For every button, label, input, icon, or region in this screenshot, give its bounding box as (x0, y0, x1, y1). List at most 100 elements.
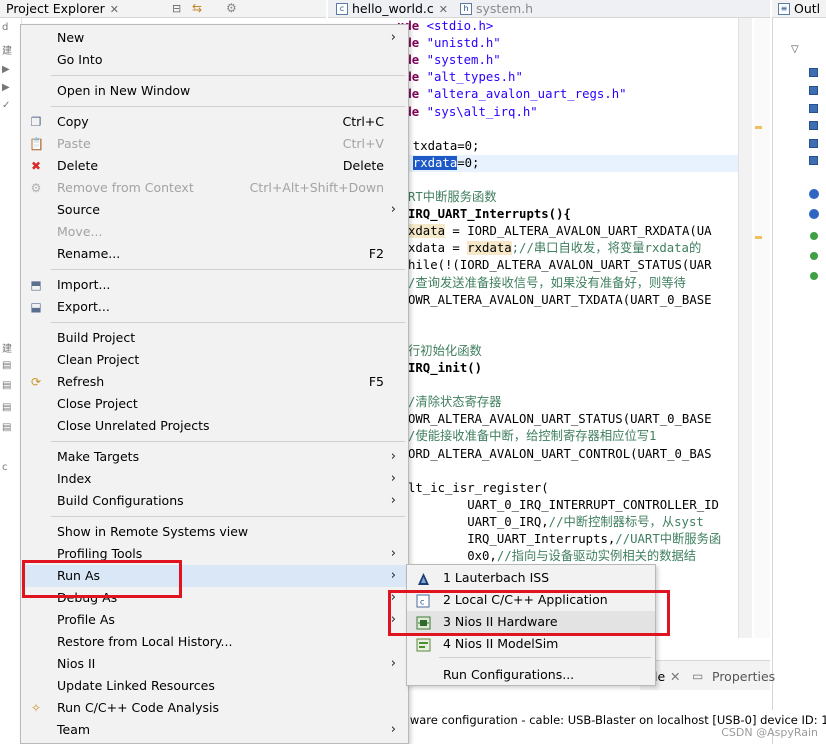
ruler-occurrence-mark[interactable] (755, 126, 762, 129)
menu-separator (51, 106, 405, 107)
menu-item-index[interactable]: Index › (21, 468, 408, 490)
tab-outline[interactable]: ≡ Outl (776, 0, 820, 18)
menu-item-open-new-window[interactable]: Open in New Window (21, 80, 408, 102)
menu-item-label: Build Project (57, 330, 136, 345)
menu-item-close-project[interactable]: Close Project (21, 393, 408, 415)
function-icon[interactable] (810, 252, 818, 260)
tree-node-mark[interactable]: c (2, 462, 16, 474)
menu-item-rename[interactable]: Rename... F2 (21, 243, 408, 265)
tree-node-mark[interactable]: ▤ (2, 422, 16, 434)
include-path: "altera_avalon_uart_regs.h" (426, 87, 627, 102)
outline-header: ≡ Outl (772, 0, 826, 18)
menu-item-import[interactable]: ⬒ Import... (21, 274, 408, 296)
menu-item-label: Import... (57, 277, 111, 292)
editor-vertical-scrollbar[interactable] (738, 18, 752, 638)
submenu-item-nios-modelsim[interactable]: 4 Nios II ModelSim (407, 633, 655, 655)
function-declaration: IRQ_UART_Interrupts(){ (408, 207, 571, 222)
menu-item-label: Team (57, 722, 91, 737)
variable-icon[interactable] (809, 209, 819, 219)
tree-node-mark[interactable]: 建 (2, 42, 16, 57)
editor-tab-label: system.h (476, 1, 534, 16)
menu-item-remove-from-context[interactable]: ⚙ Remove from Context Ctrl+Alt+Shift+Down (21, 177, 408, 199)
tree-node-mark[interactable]: ▶ (2, 82, 16, 94)
menu-item-copy[interactable]: ❐ Copy Ctrl+C (21, 111, 408, 133)
include-icon[interactable] (809, 104, 818, 113)
include-icon[interactable] (809, 156, 818, 165)
menu-item-label: Close Project (57, 396, 138, 411)
menu-item-team[interactable]: Team › (21, 719, 408, 741)
menu-item-code-analysis[interactable]: ✧ Run C/C++ Code Analysis (21, 697, 408, 719)
submenu-item-lauterbach[interactable]: 1 Lauterbach ISS (407, 567, 655, 589)
menu-item-build-project[interactable]: Build Project (21, 327, 408, 349)
function-icon[interactable] (810, 232, 818, 240)
tree-node-mark[interactable]: 建 (2, 340, 16, 355)
view-menu-icon[interactable]: ⚙ (226, 1, 237, 15)
collapse-all-icon[interactable]: ⊟ (172, 2, 181, 15)
overview-ruler (754, 18, 770, 638)
editor-tab-label: hello_world.c (352, 1, 434, 16)
code-analysis-icon: ✧ (30, 701, 42, 715)
tree-node-mark[interactable]: ✓ (2, 100, 16, 112)
menu-item-label: Rename... (57, 246, 121, 261)
code-token: 0x0, (408, 549, 497, 564)
include-icon[interactable] (809, 68, 818, 77)
link-editor-icon[interactable]: ⇆ (192, 1, 202, 15)
remove-context-icon: ⚙ (30, 181, 42, 195)
menu-item-nios-ii[interactable]: Nios II › (21, 653, 408, 675)
code-comment: //指向与设备驱动实例相关的数据结 (496, 549, 697, 564)
menu-item-restore-history[interactable]: Restore from Local History... (21, 631, 408, 653)
menu-item-paste[interactable]: 📋 Paste Ctrl+V (21, 133, 408, 155)
menu-item-move[interactable]: Move... (21, 221, 408, 243)
menu-item-close-unrelated[interactable]: Close Unrelated Projects (21, 415, 408, 437)
chevron-right-icon: › (390, 722, 396, 737)
variable-icon[interactable] (809, 189, 819, 199)
tree-node-mark[interactable]: ▤ (2, 380, 16, 392)
tree-node-mark[interactable]: ▶ (2, 64, 16, 76)
menu-item-make-targets[interactable]: Make Targets › (21, 446, 408, 468)
menu-item-build-configurations[interactable]: Build Configurations › (21, 490, 408, 512)
menu-item-label: Move... (57, 224, 103, 239)
menu-item-profile-as[interactable]: Profile As › (21, 609, 408, 631)
outline-tab-label: Outl (794, 1, 821, 16)
tab-project-explorer[interactable]: Project Explorer ✕ (0, 0, 119, 18)
menu-item-refresh[interactable]: ⟳ Refresh F5 (21, 371, 408, 393)
menu-item-go-into[interactable]: Go Into (21, 49, 408, 71)
menu-separator (51, 516, 405, 517)
tree-node-mark[interactable]: d (2, 22, 16, 34)
menu-item-clean-project[interactable]: Clean Project (21, 349, 408, 371)
function-icon[interactable] (810, 272, 818, 280)
tree-node-mark[interactable]: ▤ (2, 402, 16, 414)
close-icon[interactable]: ✕ (670, 669, 680, 684)
menu-item-source[interactable]: Source › (21, 199, 408, 221)
menu-item-label: Export... (57, 299, 110, 314)
menu-item-shortcut: Ctrl+C (342, 114, 384, 129)
export-icon: ⬓ (30, 300, 42, 314)
submenu-item-label: 4 Nios II ModelSim (443, 636, 559, 651)
tab-hello-world-c[interactable]: c hello_world.c ✕ (332, 0, 448, 18)
tab-properties[interactable]: Properties (712, 669, 775, 684)
lauterbach-icon (416, 571, 431, 585)
properties-icon: ▭ (692, 669, 704, 683)
chevron-right-icon: › (390, 656, 396, 671)
include-icon[interactable] (809, 121, 818, 130)
include-path: "unistd.h" (426, 36, 501, 51)
menu-item-update-linked[interactable]: Update Linked Resources (21, 675, 408, 697)
chevron-down-icon[interactable]: ▽ (791, 44, 799, 55)
close-icon[interactable]: ✕ (110, 3, 119, 16)
include-icon[interactable] (809, 86, 818, 95)
ruler-occurrence-mark[interactable] (755, 236, 762, 239)
chevron-right-icon: › (390, 202, 396, 217)
menu-item-label: Restore from Local History... (57, 634, 233, 649)
close-icon[interactable]: ✕ (439, 3, 448, 16)
chevron-right-icon: › (390, 568, 396, 583)
project-explorer-header: Project Explorer ✕ ⊟ ⇆ ⚙ (0, 0, 326, 18)
tab-system-h[interactable]: h system.h (456, 0, 533, 18)
submenu-item-run-configurations[interactable]: Run Configurations... (407, 664, 655, 686)
menu-item-new[interactable]: New › (21, 27, 408, 49)
menu-item-export[interactable]: ⬓ Export... (21, 296, 408, 318)
menu-item-label: Paste (57, 136, 91, 151)
include-icon[interactable] (809, 139, 818, 148)
menu-item-show-remote[interactable]: Show in Remote Systems view (21, 521, 408, 543)
menu-item-delete[interactable]: ✖ Delete Delete (21, 155, 408, 177)
tree-node-mark[interactable]: ▤ (2, 360, 16, 372)
